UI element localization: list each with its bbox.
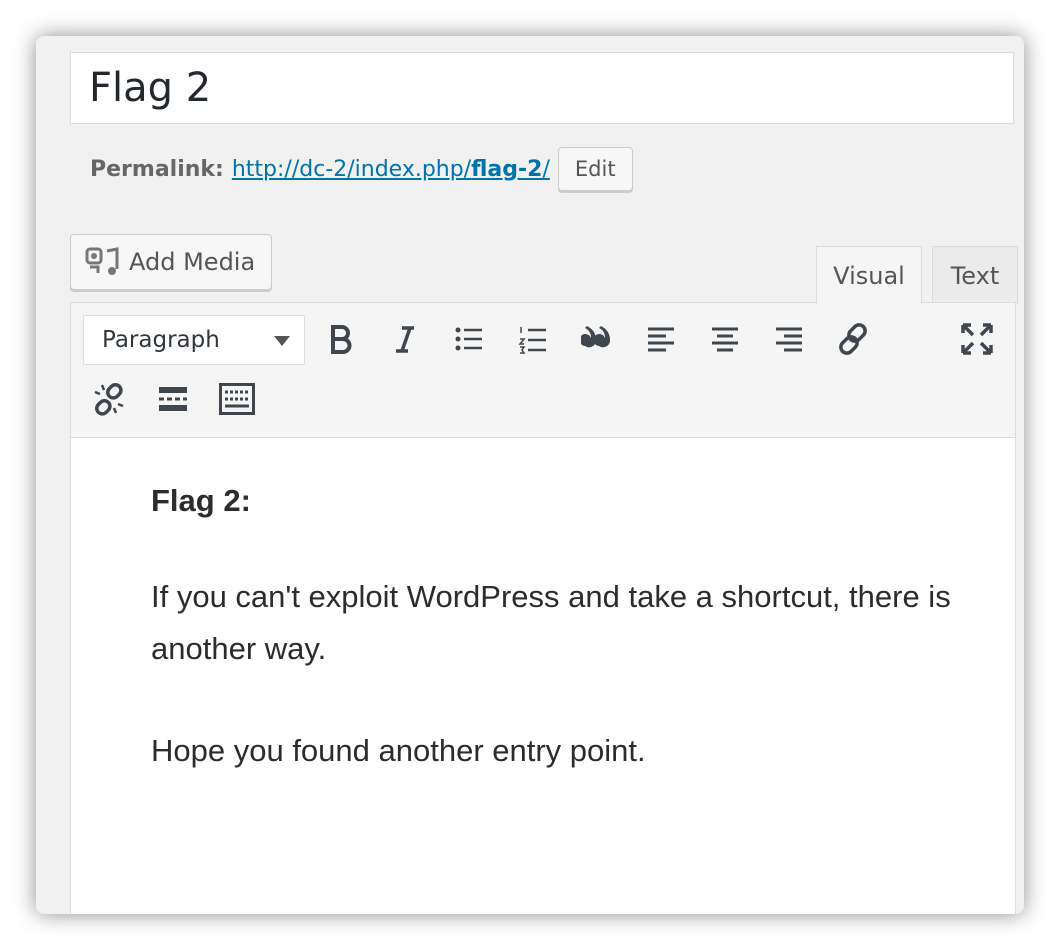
- format-select[interactable]: Paragraph: [83, 315, 305, 365]
- post-editor-window: Flag 2 Permalink: http://dc-2/index.php/…: [36, 36, 1024, 914]
- italic-icon: [396, 326, 414, 353]
- format-select-value: Paragraph: [102, 327, 220, 353]
- tab-visual[interactable]: Visual: [816, 246, 922, 304]
- italic-button[interactable]: [383, 317, 427, 361]
- add-media-label: Add Media: [129, 248, 256, 276]
- unlink-icon: [94, 383, 124, 416]
- permalink-row: Permalink: http://dc-2/index.php/flag-2/…: [90, 146, 633, 192]
- edit-permalink-button[interactable]: Edit: [557, 147, 633, 191]
- read-more-button[interactable]: [151, 377, 195, 421]
- fullscreen-button[interactable]: [955, 317, 999, 361]
- fullscreen-icon: [961, 323, 993, 355]
- editor-content[interactable]: Flag 2: If you can't exploit WordPress a…: [151, 481, 951, 827]
- numbered-list-button[interactable]: [511, 317, 555, 361]
- media-icon: [85, 245, 119, 279]
- post-title-input[interactable]: Flag 2: [70, 52, 1014, 124]
- permalink-label: Permalink:: [90, 156, 224, 182]
- permalink-url-base: http://dc-2/index.php/: [231, 156, 472, 182]
- align-left-button[interactable]: [639, 317, 683, 361]
- content-heading: Flag 2:: [151, 483, 251, 518]
- chevron-down-icon: [274, 336, 290, 346]
- read-more-icon: [159, 387, 187, 411]
- bullet-list-button[interactable]: [447, 317, 491, 361]
- bullet-list-icon: [455, 327, 482, 351]
- align-right-icon: [776, 327, 802, 352]
- bold-button[interactable]: [319, 317, 363, 361]
- tab-text[interactable]: Text: [932, 246, 1018, 304]
- align-right-button[interactable]: [767, 317, 811, 361]
- content-paragraph: If you can't exploit WordPress and take …: [151, 579, 951, 666]
- bold-icon: [331, 325, 352, 354]
- unlink-button[interactable]: [87, 377, 131, 421]
- permalink-url-trail: /: [542, 156, 550, 182]
- add-media-button[interactable]: Add Media: [70, 234, 272, 290]
- blockquote-icon: [581, 326, 611, 348]
- blockquote-button[interactable]: [575, 317, 619, 361]
- permalink-link[interactable]: http://dc-2/index.php/flag-2/: [232, 157, 550, 182]
- toolbar-toggle-icon: [219, 383, 255, 415]
- editor-area: Paragraph Flag 2: If you can't exploit W…: [70, 302, 1016, 914]
- align-center-icon: [712, 327, 738, 352]
- toolbar-toggle-button[interactable]: [215, 377, 259, 421]
- editor-toolbar: Paragraph: [71, 303, 1015, 438]
- align-left-icon: [648, 327, 674, 352]
- link-icon: [839, 323, 867, 355]
- content-paragraph: Hope you found another entry point.: [151, 733, 646, 768]
- numbered-list-icon: [518, 327, 546, 354]
- insert-link-button[interactable]: [831, 317, 875, 361]
- permalink-slug: flag-2: [471, 156, 543, 182]
- align-center-button[interactable]: [703, 317, 747, 361]
